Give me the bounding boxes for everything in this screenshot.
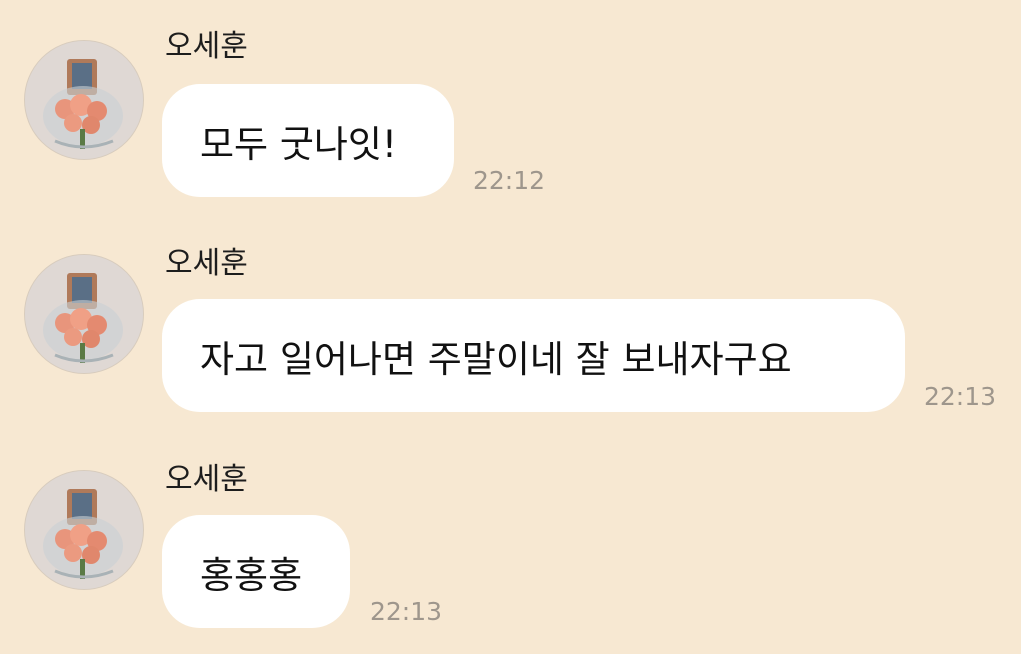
sender-name: 오세훈 (165, 462, 248, 497)
avatar[interactable] (24, 470, 144, 590)
sender-name: 오세훈 (165, 246, 248, 281)
flower-bouquet-photo (25, 471, 143, 589)
message-bubble[interactable]: 홍홍홍 (162, 515, 350, 628)
chat-message: 오세훈 홍홍홍 22:13 (0, 0, 1021, 628)
avatar[interactable] (24, 254, 144, 374)
flower-bouquet-photo (25, 255, 143, 373)
chat-message-list: 오세훈 모두 굿나잇! 22:12 오세훈 자고 일어나면 주말이네 잘 보내자… (0, 0, 1021, 654)
message-timestamp: 22:13 (370, 597, 443, 626)
message-bubble[interactable]: 자고 일어나면 주말이네 잘 보내자구요 (162, 299, 905, 412)
message-timestamp: 22:13 (924, 382, 997, 411)
